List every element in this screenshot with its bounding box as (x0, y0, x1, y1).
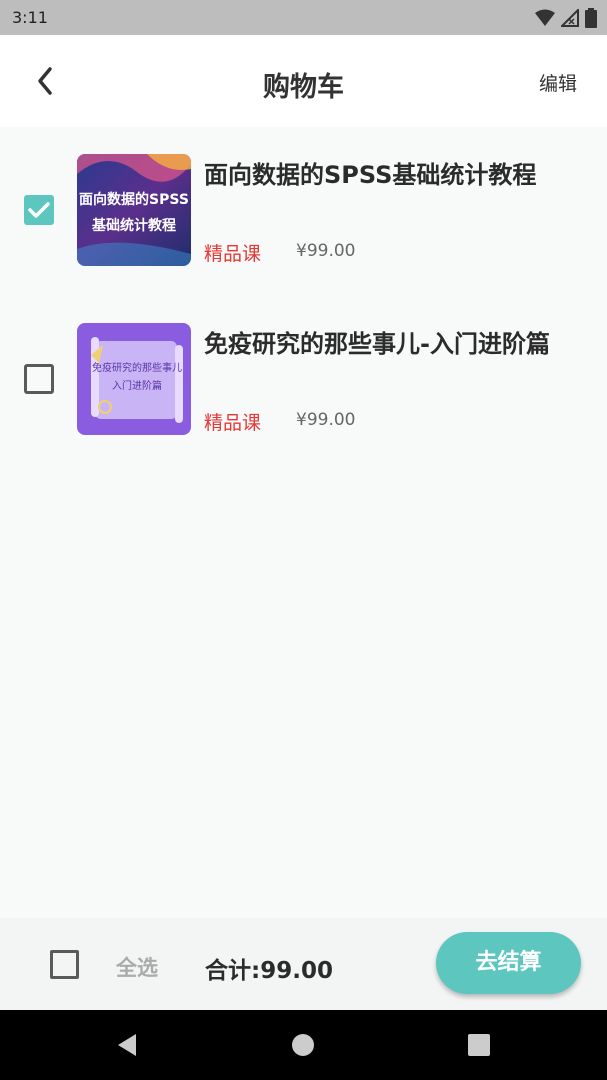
thumb-text-line2: 入门进阶篇 (112, 379, 162, 392)
check-icon (28, 202, 50, 218)
thumb-text-line1: 面向数据的SPSS (79, 191, 189, 208)
course-thumbnail[interactable]: 面向数据的SPSS 基础统计教程 (77, 154, 191, 266)
item-checkbox-unchecked[interactable] (24, 364, 54, 394)
select-all-checkbox[interactable] (50, 950, 79, 979)
course-tag: 精品课 (204, 412, 262, 434)
cart-item[interactable]: 面向数据的SPSS 基础统计教程 面向数据的SPSS基础统计教程 精品课 ¥99… (0, 127, 607, 296)
app-bar: 购物车 编辑 (0, 35, 607, 127)
signal-icon (561, 9, 579, 27)
wifi-icon (535, 9, 555, 26)
course-price: ¥99.00 (296, 241, 356, 261)
course-title[interactable]: 面向数据的SPSS基础统计教程 (204, 157, 584, 193)
course-tag: 精品课 (204, 243, 262, 265)
thumb-text-line2: 基础统计教程 (92, 217, 176, 234)
system-nav-bar (0, 1010, 607, 1080)
battery-icon (585, 8, 597, 28)
select-all-label[interactable]: 全选 (116, 952, 158, 982)
nav-back-icon[interactable] (114, 1032, 140, 1058)
nav-recents-icon[interactable] (466, 1032, 492, 1058)
checkout-button[interactable]: 去结算 (436, 932, 581, 994)
course-title[interactable]: 免疫研究的那些事儿-入门进阶篇 (204, 326, 584, 362)
checkout-bar: 全选 合计:99.00 去结算 (0, 918, 607, 1010)
status-bar: 3:11 (0, 0, 607, 35)
thumb-text-line1: 免疫研究的那些事儿 (92, 361, 182, 374)
nav-home-icon[interactable] (290, 1032, 316, 1058)
course-price: ¥99.00 (296, 410, 356, 430)
course-thumbnail[interactable]: 免疫研究的那些事儿 入门进阶篇 (77, 323, 191, 435)
status-icons (535, 8, 597, 28)
status-time: 3:11 (12, 8, 48, 27)
cart-item[interactable]: 免疫研究的那些事儿 入门进阶篇 免疫研究的那些事儿-入门进阶篇 精品课 ¥99.… (0, 296, 607, 465)
edit-button[interactable]: 编辑 (539, 69, 577, 96)
total-amount: 合计:99.00 (205, 958, 333, 984)
page-title: 购物车 (263, 72, 344, 103)
cart-list: 面向数据的SPSS 基础统计教程 面向数据的SPSS基础统计教程 精品课 ¥99… (0, 127, 607, 465)
item-checkbox-checked[interactable] (24, 195, 54, 225)
